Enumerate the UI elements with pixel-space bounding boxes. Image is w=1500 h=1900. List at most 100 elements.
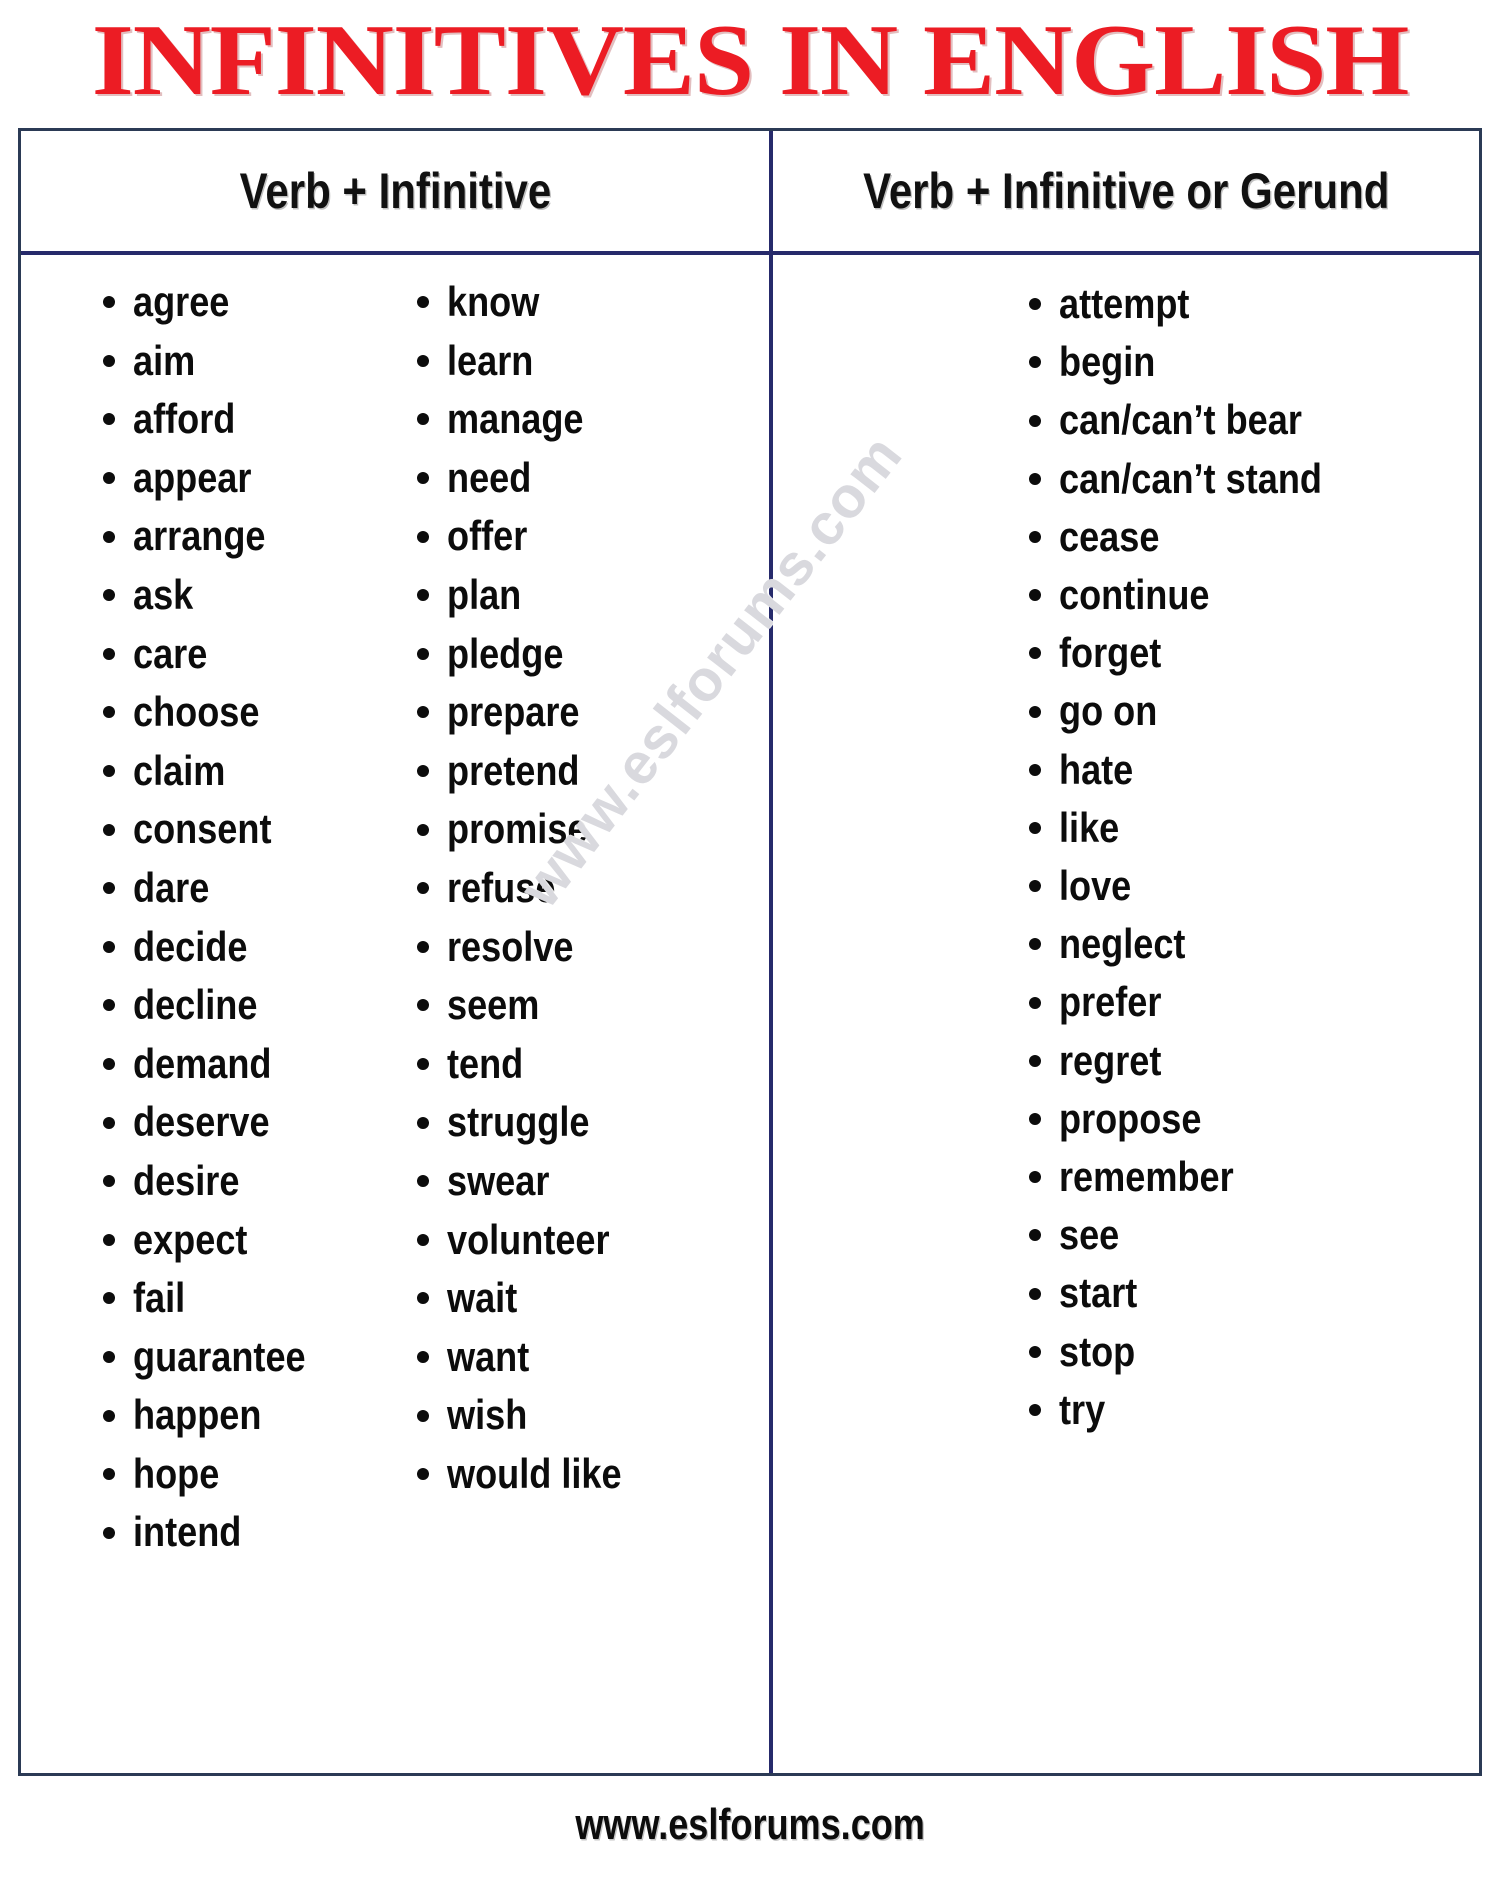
footer: www.eslforums.com <box>0 1800 1500 1850</box>
verb-list-item: pledge <box>413 625 769 684</box>
verb-list-item: decline <box>99 976 401 1035</box>
verb-list-item: ask <box>99 566 401 625</box>
verb-label: care <box>133 629 208 677</box>
verb-label: decline <box>133 981 258 1029</box>
verb-list-item: hope <box>99 1445 401 1504</box>
verb-list-item: demand <box>99 1035 401 1094</box>
verb-list-item: arrange <box>99 507 401 566</box>
verb-list-item: afford <box>99 390 401 449</box>
verb-list-item: fail <box>99 1269 401 1328</box>
verb-label: decide <box>133 922 248 970</box>
verb-label: regret <box>1059 1036 1162 1084</box>
verb-list-item: desire <box>99 1152 401 1211</box>
verb-label: ask <box>133 570 194 618</box>
verb-list-item: wish <box>413 1386 769 1445</box>
verb-list-item: prefer <box>1025 973 1479 1031</box>
verb-list-item: promise <box>413 800 769 859</box>
verb-list: agree aim afford appear arrange ask care choose… <box>99 273 401 1562</box>
verb-list-item: care <box>99 625 401 684</box>
verb-list-item: cease <box>1025 508 1479 566</box>
verb-list-item: choose <box>99 683 401 742</box>
verb-list-item: try <box>1025 1381 1479 1439</box>
verb-label: afford <box>133 395 236 443</box>
verb-label: see <box>1059 1211 1120 1259</box>
verb-label: remember <box>1059 1153 1234 1201</box>
column-header-label: Verb + Infinitive or Gerund <box>862 163 1390 219</box>
verb-label: volunteer <box>447 1215 610 1263</box>
verb-list-item: consent <box>99 800 401 859</box>
page-title: INFINITIVES IN ENGLISH <box>91 4 1410 117</box>
verb-list-item: attempt <box>1025 275 1479 333</box>
verb-label: struggle <box>447 1098 590 1146</box>
verb-list-item: forget <box>1025 624 1479 682</box>
verb-list-item: tend <box>413 1035 769 1094</box>
verb-list-item: need <box>413 449 769 508</box>
verb-list-item: pretend <box>413 742 769 801</box>
column-header-verb-infinitive-or-gerund: Verb + Infinitive or Gerund <box>773 131 1479 251</box>
verb-label: aim <box>133 336 196 384</box>
verb-label: arrange <box>133 512 266 560</box>
infographic-page: INFINITIVES IN ENGLISH Verb + Infinitive… <box>0 0 1500 1900</box>
verb-label: seem <box>447 981 540 1029</box>
verb-list-item: learn <box>413 332 769 391</box>
cell-verb-infinitive-or-gerund: attempt begin can/can’t bear can/can’t stan… <box>773 255 1479 1773</box>
verb-label: plan <box>447 570 522 618</box>
verb-label: pretend <box>447 746 580 794</box>
cell-verb-infinitive: agree aim afford appear arrange ask care choose… <box>21 255 773 1773</box>
verb-list-item: hate <box>1025 741 1479 799</box>
verb-label: promise <box>447 805 588 853</box>
verb-list-item: appear <box>99 449 401 508</box>
verb-label: go on <box>1059 687 1158 735</box>
verb-list-item: guarantee <box>99 1328 401 1387</box>
verb-list-item: expect <box>99 1211 401 1270</box>
verb-list-item: plan <box>413 566 769 625</box>
verb-label: claim <box>133 746 226 794</box>
verb-label: agree <box>133 278 230 325</box>
verb-list-item: volunteer <box>413 1211 769 1270</box>
verb-label: manage <box>447 395 584 443</box>
verb-label: love <box>1059 862 1132 910</box>
verb-list-item: seem <box>413 976 769 1035</box>
verb-label: deserve <box>133 1098 270 1146</box>
verb-list-item: stop <box>1025 1323 1479 1381</box>
verb-label: propose <box>1059 1094 1202 1142</box>
verb-label: choose <box>133 688 260 736</box>
verb-list-item: manage <box>413 390 769 449</box>
verb-list-item: wait <box>413 1269 769 1328</box>
verb-list-item: remember <box>1025 1148 1479 1206</box>
verb-list-item: go on <box>1025 682 1479 740</box>
verb-list-item: happen <box>99 1386 401 1445</box>
verb-label: expect <box>133 1215 248 1263</box>
column-header-verb-infinitive: Verb + Infinitive <box>21 131 773 251</box>
verb-label: fail <box>133 1274 186 1322</box>
verb-label: hope <box>133 1449 220 1497</box>
verb-list-item: can/can’t stand <box>1025 450 1479 508</box>
verb-label: stop <box>1059 1327 1136 1375</box>
verb-list-item: like <box>1025 799 1479 857</box>
verb-label: pledge <box>447 629 564 677</box>
verb-label: start <box>1059 1269 1138 1317</box>
verb-list-item: neglect <box>1025 915 1479 973</box>
verb-label: wait <box>447 1274 518 1322</box>
verb-list-item: would like <box>413 1445 769 1504</box>
verb-label: try <box>1059 1385 1106 1433</box>
verb-list-item: struggle <box>413 1093 769 1152</box>
verb-label: like <box>1059 803 1120 851</box>
verb-list-item: dare <box>99 859 401 918</box>
verb-label: would like <box>447 1449 622 1497</box>
verb-list: know learn manage need offer plan pledge prepar… <box>413 273 769 1503</box>
verb-list-item: intend <box>99 1503 401 1562</box>
page-title-bar: INFINITIVES IN ENGLISH <box>0 6 1500 116</box>
verb-list-item: see <box>1025 1206 1479 1264</box>
verb-list-item: agree <box>99 273 401 332</box>
verb-list-item: can/can’t bear <box>1025 391 1479 449</box>
verb-label: tend <box>447 1039 524 1087</box>
verb-list-item: resolve <box>413 918 769 977</box>
verb-list-item: aim <box>99 332 401 391</box>
verb-label: prefer <box>1059 978 1162 1026</box>
verb-infinitive-subcolumn-1: agree aim afford appear arrange ask care choose… <box>21 273 401 1773</box>
verb-label: swear <box>447 1156 550 1204</box>
verb-label: consent <box>133 805 272 853</box>
verb-label: demand <box>133 1039 272 1087</box>
verb-list-item: swear <box>413 1152 769 1211</box>
